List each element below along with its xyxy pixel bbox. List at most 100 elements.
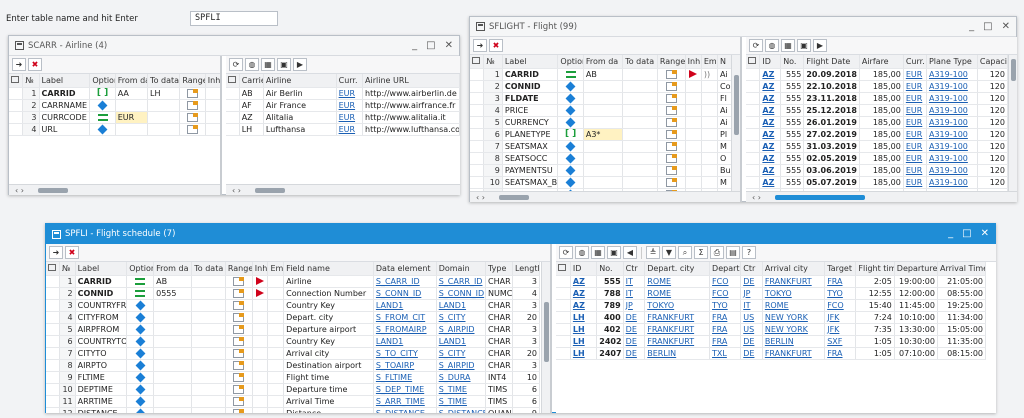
- execute-icon[interactable]: ➜: [473, 39, 487, 52]
- from-value[interactable]: [583, 164, 624, 177]
- column-header[interactable]: Depart. city: [644, 262, 711, 276]
- row-marker[interactable]: [746, 104, 761, 117]
- row-marker[interactable]: [46, 299, 60, 312]
- refresh-icon[interactable]: ⟳: [229, 58, 243, 71]
- link-cell[interactable]: A319-100: [926, 68, 978, 81]
- range-icon[interactable]: [665, 93, 677, 103]
- to-value[interactable]: [191, 359, 226, 372]
- row-marker[interactable]: [46, 311, 60, 324]
- column-header[interactable]: Plane Type: [926, 55, 978, 69]
- table-row[interactable]: AZ 555 31.03.2019 185,00 EUR A319-100 120: [746, 140, 1009, 153]
- diamond-option-icon[interactable]: [565, 153, 576, 163]
- table-row[interactable]: 2 CONNID Co: [470, 80, 732, 93]
- link-cell[interactable]: A319-100: [926, 176, 978, 189]
- from-value[interactable]: [583, 116, 624, 129]
- link-cell[interactable]: EUR: [903, 92, 927, 105]
- table-row[interactable]: AZ 555 22.10.2018 185,00 EUR A319-100 120: [746, 80, 1009, 93]
- column-header[interactable]: Label: [39, 74, 91, 88]
- from-value[interactable]: [583, 152, 624, 165]
- link-cell[interactable]: TYO: [824, 287, 857, 300]
- find-icon[interactable]: ⌕: [678, 246, 692, 259]
- domain-link[interactable]: S_AIRPID: [436, 359, 487, 372]
- inherit-arrow-icon[interactable]: [256, 277, 265, 285]
- column-header[interactable]: Data element: [373, 262, 437, 276]
- column-header[interactable]: No.: [780, 55, 805, 69]
- table-row[interactable]: AZ 555 20.09.2018 185,00 EUR A319-100 120: [746, 68, 1009, 81]
- option-cell[interactable]: [89, 99, 116, 112]
- from-value[interactable]: [153, 335, 193, 348]
- data-element-link[interactable]: S_TO_CITY: [373, 347, 437, 360]
- link-cell[interactable]: US: [740, 311, 763, 324]
- table-row[interactable]: 9 FLTIME Flight time S_FLTIME S_DURA INT4 10: [46, 371, 541, 384]
- column-header[interactable]: Emit.: [701, 55, 719, 69]
- diamond-option-icon[interactable]: [135, 384, 146, 394]
- domain-link[interactable]: S_CARR_ID: [436, 275, 487, 288]
- range-icon[interactable]: [233, 348, 245, 358]
- from-value[interactable]: 0555: [153, 287, 193, 300]
- row-marker[interactable]: [226, 99, 240, 112]
- globe-icon[interactable]: ◍: [765, 39, 779, 52]
- table-row[interactable]: LH 400 DE FRANKFURT FRA US NEW YORK JFK 7:24 10:1…: [556, 311, 987, 324]
- to-value[interactable]: [191, 299, 226, 312]
- table-row[interactable]: 10 DEPTIME Departure time S_DEP_TIME S_TIME T…: [46, 383, 541, 396]
- link-cell[interactable]: FRA: [709, 335, 742, 348]
- row-marker[interactable]: [470, 140, 485, 153]
- link-cell[interactable]: A319-100: [926, 152, 978, 165]
- to-value[interactable]: LH: [147, 87, 181, 100]
- link-cell[interactable]: FRANKFURT: [762, 347, 826, 360]
- table-row[interactable]: AZ 788 IT ROME FCO JP TOKYO TYO 12:55 12:00:00 08:…: [556, 287, 987, 300]
- link-cell[interactable]: A319-100: [926, 92, 978, 105]
- option-cell[interactable]: [126, 383, 155, 396]
- column-header[interactable]: №: [59, 262, 76, 276]
- column-header[interactable]: Emit.: [267, 262, 285, 276]
- link-cell[interactable]: EUR: [336, 123, 364, 136]
- column-header[interactable]: Range: [657, 55, 686, 69]
- from-value[interactable]: AB: [153, 275, 193, 288]
- row-marker[interactable]: [470, 176, 485, 189]
- to-value[interactable]: [622, 164, 658, 177]
- data-element-link[interactable]: LAND1: [373, 335, 437, 348]
- link-cell[interactable]: EUR: [903, 176, 927, 189]
- sum-icon[interactable]: Σ: [694, 246, 708, 259]
- range-icon[interactable]: [665, 141, 677, 151]
- range-cell[interactable]: [225, 347, 253, 360]
- link-cell[interactable]: EUR: [336, 99, 364, 112]
- link-cell[interactable]: BERLIN: [644, 347, 711, 360]
- range-cell[interactable]: [657, 164, 686, 177]
- refresh-icon[interactable]: ⟳: [749, 39, 763, 52]
- from-value[interactable]: [153, 347, 193, 360]
- option-cell[interactable]: [557, 80, 584, 93]
- row-marker[interactable]: [470, 68, 485, 81]
- row-marker[interactable]: [556, 299, 571, 312]
- range-cell[interactable]: [657, 140, 686, 153]
- table-row[interactable]: AZ 555 26.01.2019 185,00 EUR A319-100 120: [746, 116, 1009, 129]
- range-cell[interactable]: [225, 275, 253, 288]
- link-cell[interactable]: FCO: [709, 275, 742, 288]
- link-cell[interactable]: DE: [740, 275, 763, 288]
- row-marker[interactable]: [470, 104, 485, 117]
- table-row[interactable]: 11 ARRTIME Arrival Time S_ARR_TIME S_TIME TIM…: [46, 395, 541, 408]
- option-cell[interactable]: [126, 407, 155, 413]
- column-header[interactable]: Domain: [436, 262, 487, 276]
- row-marker[interactable]: [470, 92, 485, 105]
- link-cell[interactable]: AZ: [759, 176, 782, 189]
- option-cell[interactable]: [126, 323, 155, 336]
- link-cell[interactable]: A319-100: [926, 164, 978, 177]
- from-value[interactable]: AB: [583, 68, 624, 81]
- range-cell[interactable]: [225, 371, 253, 384]
- row-marker[interactable]: [470, 116, 485, 129]
- domain-link[interactable]: S_CITY: [436, 311, 487, 324]
- column-header[interactable]: Option: [126, 262, 155, 276]
- link-cell[interactable]: EUR: [903, 68, 927, 81]
- export-icon[interactable]: ▣: [277, 58, 291, 71]
- range-icon[interactable]: [233, 300, 245, 310]
- from-value[interactable]: [153, 323, 193, 336]
- range-icon[interactable]: [187, 100, 199, 110]
- row-marker[interactable]: [746, 176, 761, 189]
- option-cell[interactable]: [557, 152, 584, 165]
- link-cell[interactable]: AZ: [759, 80, 782, 93]
- minimize-button[interactable]: _: [412, 40, 417, 51]
- export-icon[interactable]: ▣: [797, 39, 811, 52]
- column-header[interactable]: To data: [147, 74, 181, 88]
- range-icon[interactable]: [665, 129, 677, 139]
